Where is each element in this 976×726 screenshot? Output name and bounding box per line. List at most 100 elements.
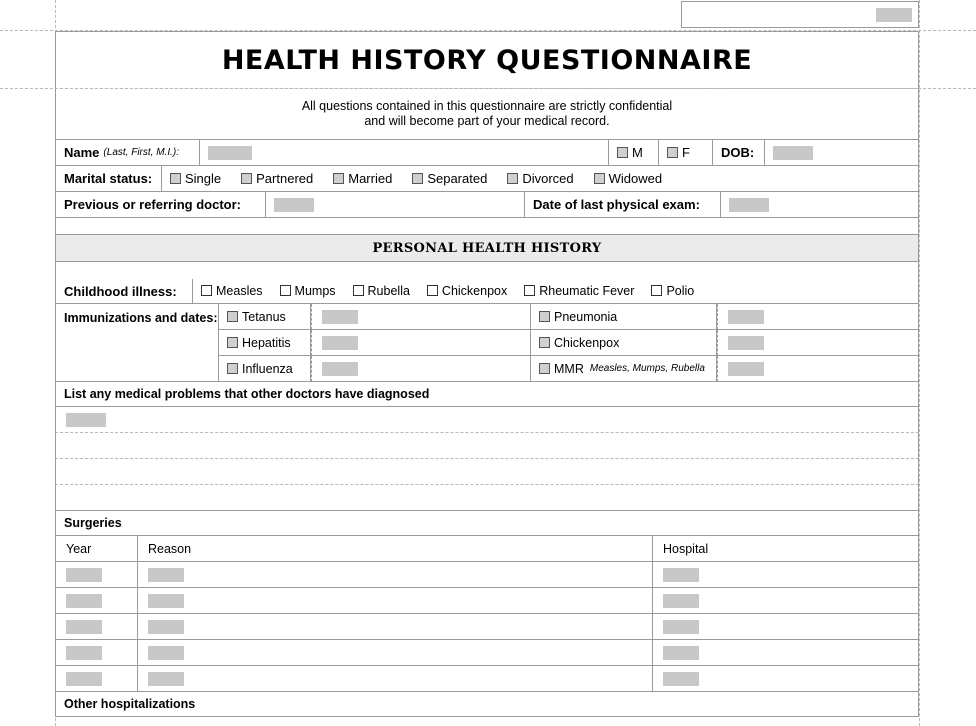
checkbox-icon-immunization-chickenpox[interactable] — [539, 337, 550, 348]
checkbox-icon-polio[interactable] — [651, 285, 663, 296]
surgery-year-input-2[interactable] — [66, 593, 102, 608]
immunization-pneumonia-date-cell[interactable] — [717, 304, 919, 330]
checkbox-icon-mumps[interactable] — [279, 285, 291, 296]
checkbox-icon-rheumatic-fever[interactable] — [524, 285, 536, 296]
marital-option-separated[interactable]: Separated — [412, 171, 487, 186]
name-input[interactable] — [208, 145, 252, 160]
immunization-hepatitis-date-cell[interactable] — [311, 330, 531, 356]
surgery-hospital-cell-2[interactable] — [653, 588, 919, 614]
immunization-tetanus-cell[interactable]: Tetanus — [219, 304, 311, 330]
surgery-year-input-1[interactable] — [66, 567, 102, 582]
childhood-option-rubella[interactable]: Rubella — [352, 284, 410, 298]
childhood-option-measles[interactable]: Measles — [201, 284, 263, 298]
dob-input[interactable] — [773, 145, 813, 160]
surgery-reason-cell-2[interactable] — [138, 588, 653, 614]
childhood-option-polio[interactable]: Polio — [651, 284, 694, 298]
immunization-chickenpox-date-cell[interactable] — [717, 330, 919, 356]
immunization-mmr-date-cell[interactable] — [717, 356, 919, 382]
immunization-influenza-date-cell[interactable] — [311, 356, 531, 382]
surgery-hospital-input-3[interactable] — [663, 619, 699, 634]
immunization-hepatitis-date-input[interactable] — [322, 335, 358, 350]
checkbox-icon-divorced[interactable] — [507, 173, 519, 184]
immunization-chickenpox-cell[interactable]: Chickenpox — [531, 330, 717, 356]
checkbox-icon-mmr[interactable] — [539, 363, 550, 374]
name-hint: (Last, First, M.I.): — [103, 147, 179, 158]
surgery-reason-input-1[interactable] — [148, 567, 184, 582]
surgery-year-cell-5[interactable] — [55, 666, 138, 692]
surgery-year-cell-3[interactable] — [55, 614, 138, 640]
marital-option-partnered[interactable]: Partnered — [241, 171, 313, 186]
surgery-reason-cell-3[interactable] — [138, 614, 653, 640]
immunization-tetanus-date-cell[interactable] — [311, 304, 531, 330]
surgery-reason-input-2[interactable] — [148, 593, 184, 608]
checkbox-icon-partnered[interactable] — [241, 173, 253, 184]
checkbox-icon-rubella[interactable] — [352, 285, 364, 296]
immunization-influenza-date-input[interactable] — [322, 361, 358, 376]
immunization-pneumonia-date-input[interactable] — [728, 309, 764, 324]
surgery-hospital-cell-3[interactable] — [653, 614, 919, 640]
marital-options-cell: Single Partnered Married Separated Divor… — [162, 166, 919, 192]
sex-female-cell[interactable]: F — [659, 140, 713, 166]
immunization-mmr-date-input[interactable] — [728, 361, 764, 376]
surgery-hospital-input-4[interactable] — [663, 645, 699, 660]
checkbox-icon-measles[interactable] — [201, 285, 212, 296]
childhood-option-chickenpox[interactable]: Chickenpox — [426, 284, 507, 298]
header-field-placeholder[interactable] — [876, 8, 912, 22]
marital-option-widowed[interactable]: Widowed — [593, 171, 662, 186]
checkbox-icon-separated[interactable] — [412, 173, 424, 184]
immunization-tetanus-date-input[interactable] — [322, 309, 358, 324]
childhood-option-mumps[interactable]: Mumps — [279, 284, 336, 298]
medical-problems-row-3[interactable] — [55, 459, 919, 485]
medical-problems-row-2[interactable] — [55, 433, 919, 459]
surgery-hospital-input-5[interactable] — [663, 671, 699, 686]
marital-option-married[interactable]: Married — [333, 171, 392, 186]
checkbox-icon-hepatitis[interactable] — [227, 337, 238, 348]
name-input-cell[interactable] — [200, 140, 609, 166]
previous-doctor-input-cell[interactable] — [266, 192, 525, 218]
checkbox-icon-tetanus[interactable] — [227, 311, 238, 322]
checkbox-icon-married[interactable] — [333, 173, 345, 184]
surgery-year-input-4[interactable] — [66, 645, 102, 660]
checkbox-icon-chickenpox[interactable] — [426, 285, 438, 296]
surgery-year-cell-4[interactable] — [55, 640, 138, 666]
dob-input-cell[interactable] — [765, 140, 919, 166]
checkbox-icon-female[interactable] — [667, 147, 678, 158]
marital-option-divorced[interactable]: Divorced — [507, 171, 574, 186]
surgery-reason-cell-4[interactable] — [138, 640, 653, 666]
previous-doctor-input[interactable] — [274, 197, 314, 212]
marital-status-row: Marital status: Single Partnered Married… — [55, 166, 919, 192]
surgery-hospital-input-1[interactable] — [663, 567, 699, 582]
medical-problems-row-4[interactable] — [55, 485, 919, 511]
immunization-hepatitis-cell[interactable]: Hepatitis — [219, 330, 311, 356]
immunization-mmr-cell[interactable]: MMR Measles, Mumps, Rubella — [531, 356, 717, 382]
surgery-hospital-cell-1[interactable] — [653, 562, 919, 588]
surgery-hospital-cell-5[interactable] — [653, 666, 919, 692]
marital-option-single[interactable]: Single — [170, 171, 221, 186]
last-exam-input-cell[interactable] — [721, 192, 919, 218]
checkbox-icon-male[interactable] — [617, 147, 628, 158]
checkbox-icon-influenza[interactable] — [227, 363, 238, 374]
surgery-hospital-input-2[interactable] — [663, 593, 699, 608]
surgery-hospital-cell-4[interactable] — [653, 640, 919, 666]
immunization-influenza-cell[interactable]: Influenza — [219, 356, 311, 382]
surgery-year-input-5[interactable] — [66, 671, 102, 686]
medical-problems-input-1[interactable] — [66, 412, 106, 427]
surgery-year-input-3[interactable] — [66, 619, 102, 634]
checkbox-icon-widowed[interactable] — [593, 173, 605, 184]
immunization-pneumonia-cell[interactable]: Pneumonia — [531, 304, 717, 330]
sex-male-cell[interactable]: M — [609, 140, 659, 166]
immunization-chickenpox-date-input[interactable] — [728, 335, 764, 350]
checkbox-icon-single[interactable] — [170, 173, 181, 184]
surgery-year-cell-1[interactable] — [55, 562, 138, 588]
spacer-below-band — [55, 262, 919, 279]
checkbox-icon-pneumonia[interactable] — [539, 311, 550, 322]
medical-problems-row-1[interactable] — [55, 407, 919, 433]
surgery-reason-input-3[interactable] — [148, 619, 184, 634]
surgery-reason-cell-5[interactable] — [138, 666, 653, 692]
surgery-reason-input-4[interactable] — [148, 645, 184, 660]
childhood-option-rheumatic-fever[interactable]: Rheumatic Fever — [524, 284, 634, 298]
surgery-reason-input-5[interactable] — [148, 671, 184, 686]
surgery-reason-cell-1[interactable] — [138, 562, 653, 588]
surgery-year-cell-2[interactable] — [55, 588, 138, 614]
last-exam-input[interactable] — [729, 197, 769, 212]
